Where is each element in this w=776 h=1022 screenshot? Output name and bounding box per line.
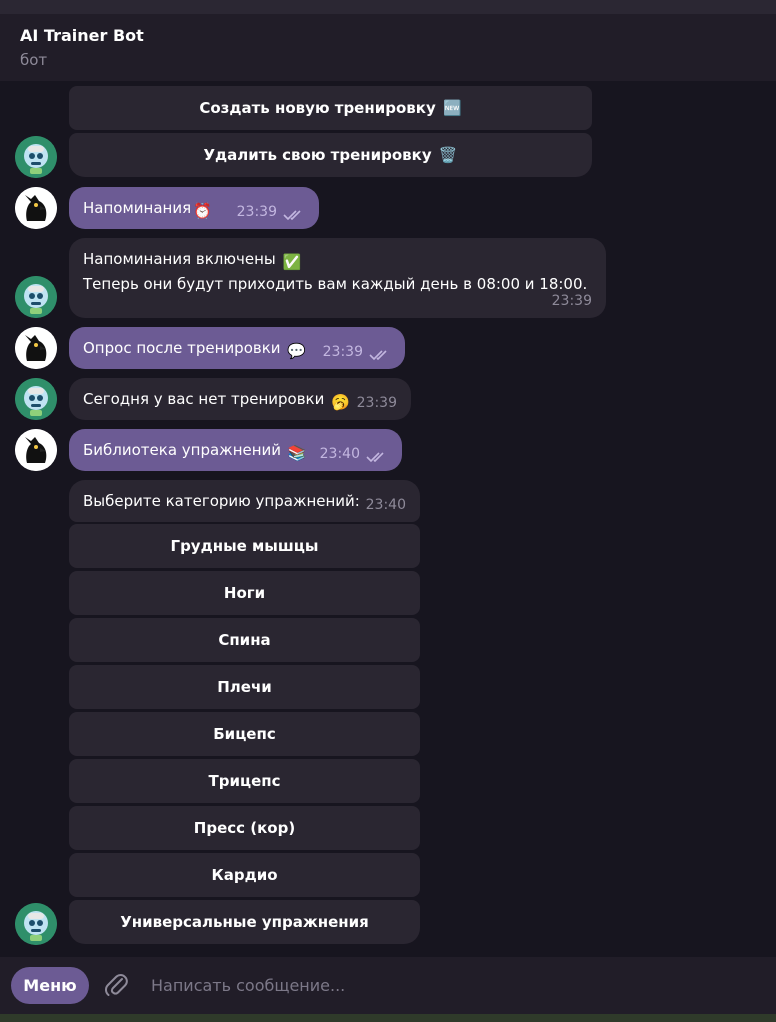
user-avatar[interactable] xyxy=(15,327,57,369)
create-workout-button[interactable]: Создать новую тренировку 🆕 xyxy=(69,86,592,130)
category-biceps-button[interactable]: Бицепс xyxy=(69,712,420,756)
new-icon: 🆕 xyxy=(442,99,462,117)
category-legs-button[interactable]: Ноги xyxy=(69,571,420,615)
user-avatar[interactable] xyxy=(15,187,57,229)
delete-workout-button[interactable]: Удалить свою тренировку 🗑️ xyxy=(69,133,592,177)
outgoing-message[interactable]: Напоминания ⏰ 23:39 xyxy=(69,187,319,229)
category-triceps-button[interactable]: Трицепс xyxy=(69,759,420,803)
crow-icon xyxy=(15,429,57,471)
category-core-button[interactable]: Пресс (кор) xyxy=(69,806,420,850)
robot-icon xyxy=(15,276,57,318)
chat-title: AI Trainer Bot xyxy=(20,26,144,45)
attach-icon[interactable] xyxy=(102,971,130,999)
incoming-message[interactable]: Сегодня у вас нет тренировки 🥱 23:39 xyxy=(69,378,411,420)
window-top-strip xyxy=(0,0,776,14)
incoming-message[interactable]: Напоминания включены ✅ Теперь они будут … xyxy=(69,238,606,318)
message-text: Напоминания xyxy=(83,199,192,217)
delete-workout-label: Удалить свою тренировку xyxy=(203,146,432,164)
message-time: 23:39 xyxy=(322,344,363,360)
bottom-strip xyxy=(0,1014,776,1022)
user-avatar[interactable] xyxy=(15,429,57,471)
message-text: Опрос после тренировки xyxy=(83,339,281,357)
robot-icon xyxy=(15,136,57,178)
check-mark-icon: ✅ xyxy=(282,253,302,271)
message-time: 23:39 xyxy=(356,395,397,411)
crow-icon xyxy=(15,187,57,229)
menu-button[interactable]: Меню xyxy=(11,967,89,1004)
category-universal-button[interactable]: Универсальные упражнения xyxy=(69,900,420,944)
outgoing-message[interactable]: Библиотека упражнений 📚 23:40 xyxy=(69,429,402,471)
books-icon: 📚 xyxy=(287,444,307,462)
message-line-1: Напоминания включены xyxy=(83,250,276,268)
category-shoulders-button[interactable]: Плечи xyxy=(69,665,420,709)
chat-header[interactable]: AI Trainer Bot бот xyxy=(0,14,776,81)
category-chest-button[interactable]: Грудные мышцы xyxy=(69,524,420,568)
incoming-message[interactable]: Выберите категорию упражнений: 23:40 xyxy=(69,480,420,522)
message-composer: Меню xyxy=(0,957,776,1014)
read-checkmarks-icon xyxy=(366,452,384,463)
bot-avatar[interactable] xyxy=(15,378,57,420)
robot-icon xyxy=(15,903,57,945)
message-list[interactable]: Создать новую тренировку 🆕 Удалить свою … xyxy=(0,81,776,957)
read-checkmarks-icon xyxy=(369,350,387,361)
yawning-face-icon: 🥱 xyxy=(331,393,350,411)
read-checkmarks-icon xyxy=(283,210,301,221)
bot-avatar[interactable] xyxy=(15,276,57,318)
message-line-2: Теперь они будут приходить вам каждый де… xyxy=(83,275,588,293)
outgoing-message[interactable]: Опрос после тренировки 💬 23:39 xyxy=(69,327,405,369)
robot-icon xyxy=(15,378,57,420)
crow-icon xyxy=(15,327,57,369)
message-text: Выберите категорию упражнений: xyxy=(83,492,360,510)
bot-avatar[interactable] xyxy=(15,136,57,178)
message-text: Сегодня у вас нет тренировки xyxy=(83,390,325,408)
message-time: 23:40 xyxy=(365,497,406,513)
trash-icon: 🗑️ xyxy=(438,146,458,164)
create-workout-label: Создать новую тренировку xyxy=(199,99,436,117)
chat-subtitle: бот xyxy=(20,51,48,69)
message-time: 23:39 xyxy=(551,293,592,309)
message-text: Библиотека упражнений xyxy=(83,441,282,459)
bot-avatar[interactable] xyxy=(15,903,57,945)
message-time: 23:40 xyxy=(319,446,360,462)
alarm-clock-icon: ⏰ xyxy=(193,202,212,220)
speech-bubble-icon: 💬 xyxy=(287,342,307,360)
category-cardio-button[interactable]: Кардио xyxy=(69,853,420,897)
message-time: 23:39 xyxy=(236,204,277,220)
category-back-button[interactable]: Спина xyxy=(69,618,420,662)
message-input[interactable] xyxy=(140,967,760,1004)
